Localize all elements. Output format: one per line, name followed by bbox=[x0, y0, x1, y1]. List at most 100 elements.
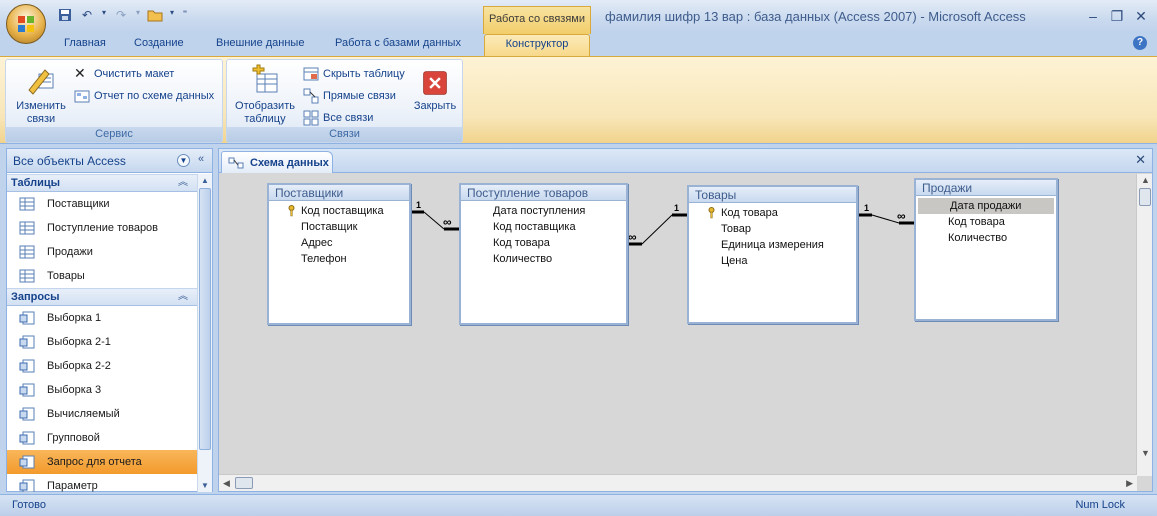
scroll-up-icon[interactable]: ▲ bbox=[1141, 175, 1150, 185]
nav-item-query[interactable]: Групповой bbox=[7, 426, 198, 450]
table-icon bbox=[19, 245, 35, 259]
nav-section-tables[interactable]: Таблицы ︽ bbox=[7, 174, 198, 192]
close-button[interactable]: Закрыть bbox=[411, 64, 459, 113]
clear-layout-button[interactable]: ✕ Очистить макет bbox=[74, 66, 174, 82]
table-title[interactable]: Поступление товаров bbox=[461, 185, 626, 201]
chevron-up-icon[interactable]: ︽ bbox=[178, 289, 188, 305]
undo-icon[interactable]: ↶ bbox=[78, 8, 96, 24]
tab-create[interactable]: Создание bbox=[134, 37, 184, 49]
ribbon-group-service: Изменить связи ✕ Очистить макет Отчет по… bbox=[5, 59, 223, 143]
close-window-icon[interactable]: ✕ bbox=[1129, 8, 1153, 25]
collapse-pane-icon[interactable]: « bbox=[194, 153, 208, 167]
tab-relationships[interactable]: Схема данных bbox=[221, 151, 333, 173]
table-title[interactable]: Товары bbox=[689, 187, 856, 203]
nav-item-query[interactable]: Выборка 1 bbox=[7, 306, 198, 330]
office-button[interactable] bbox=[6, 4, 46, 44]
report-icon bbox=[74, 90, 90, 103]
table-title[interactable]: Продажи bbox=[916, 180, 1056, 196]
table-receipts[interactable]: Поступление товаров Дата поступления Код… bbox=[459, 183, 628, 325]
field-row[interactable]: Адрес bbox=[269, 235, 409, 251]
navigation-pane: Все объекты Access ▼ « Таблицы ︽ Поставщ… bbox=[6, 148, 213, 492]
status-bar: Готово Num Lock bbox=[0, 494, 1157, 516]
nav-item-query-selected[interactable]: Запрос для отчета bbox=[7, 450, 198, 474]
nav-item-query[interactable]: Параметр bbox=[7, 474, 198, 492]
nav-item-table[interactable]: Товары bbox=[7, 264, 198, 288]
vertical-scroll-thumb[interactable] bbox=[1139, 188, 1151, 206]
relationship-report-button[interactable]: Отчет по схеме данных bbox=[74, 88, 214, 104]
close-document-icon[interactable]: ✕ bbox=[1135, 152, 1146, 168]
field-row[interactable]: Товар bbox=[689, 221, 856, 237]
chevron-up-icon[interactable]: ︽ bbox=[178, 175, 188, 191]
table-title[interactable]: Поставщики bbox=[269, 185, 409, 201]
one-label: 1 bbox=[864, 203, 869, 213]
quick-access-toolbar: ↶ ▾ ↷ ▾ ▾ ⁼ bbox=[56, 8, 190, 24]
save-icon[interactable] bbox=[56, 8, 74, 24]
nav-item-query[interactable]: Выборка 3 bbox=[7, 378, 198, 402]
nav-item-query[interactable]: Вычисляемый bbox=[7, 402, 198, 426]
tab-external-data[interactable]: Внешние данные bbox=[216, 37, 304, 49]
field-row[interactable]: Код товара bbox=[461, 235, 626, 251]
redo-icon[interactable]: ↷ bbox=[112, 8, 130, 24]
horizontal-scrollbar[interactable]: ◀ ▶ bbox=[219, 474, 1137, 491]
query-icon bbox=[19, 383, 35, 397]
hide-table-button[interactable]: Скрыть таблицу bbox=[303, 66, 405, 82]
chevron-down-icon[interactable]: ▼ bbox=[177, 154, 190, 167]
context-group-label: Работа со связями bbox=[488, 13, 586, 25]
direct-links-icon bbox=[303, 88, 319, 104]
field-row[interactable]: Код товара bbox=[916, 214, 1056, 230]
edit-links-button[interactable]: Изменить связи bbox=[10, 64, 72, 126]
query-icon bbox=[19, 335, 35, 349]
help-icon[interactable]: ? bbox=[1133, 36, 1147, 50]
document-tab-bar: Схема данных ✕ bbox=[219, 149, 1152, 173]
nav-item-table[interactable]: Поставщики bbox=[7, 192, 198, 216]
close-red-icon bbox=[423, 71, 447, 95]
customize-qat-icon[interactable]: ⁼ bbox=[180, 8, 190, 24]
folder-dropdown-icon[interactable]: ▾ bbox=[168, 8, 176, 24]
field-row[interactable]: Дата поступления bbox=[461, 203, 626, 219]
show-table-button[interactable]: Отобразить таблицу bbox=[231, 64, 299, 126]
redo-dropdown-icon[interactable]: ▾ bbox=[134, 8, 142, 24]
nav-header[interactable]: Все объекты Access ▼ « bbox=[7, 149, 212, 173]
nav-item-query[interactable]: Выборка 2-1 bbox=[7, 330, 198, 354]
nav-section-queries[interactable]: Запросы ︽ bbox=[7, 288, 198, 306]
nav-item-table[interactable]: Поступление товаров bbox=[7, 216, 198, 240]
open-folder-icon[interactable] bbox=[146, 8, 164, 24]
table-suppliers[interactable]: Поставщики Код поставщика Поставщик Адре… bbox=[267, 183, 411, 325]
vertical-scrollbar[interactable]: ▲ ▼ bbox=[1136, 174, 1152, 476]
field-row[interactable]: Единица измерения bbox=[689, 237, 856, 253]
nav-scroll-thumb[interactable] bbox=[199, 188, 211, 450]
edit-links-icon bbox=[28, 69, 54, 95]
nav-item-table[interactable]: Продажи bbox=[7, 240, 198, 264]
scroll-down-icon[interactable]: ▼ bbox=[198, 481, 212, 490]
all-links-button[interactable]: Все связи bbox=[303, 110, 373, 126]
field-row[interactable]: Поставщик bbox=[269, 219, 409, 235]
nav-scrollbar[interactable]: ▲ ▼ bbox=[197, 174, 212, 492]
field-row[interactable]: Цена bbox=[689, 253, 856, 269]
relationships-canvas[interactable]: 1 ∞ 1 ∞ 1 ∞ Поставщики Код поставщика По… bbox=[219, 174, 1137, 476]
undo-dropdown-icon[interactable]: ▾ bbox=[100, 8, 108, 24]
query-icon bbox=[19, 455, 35, 469]
field-row[interactable]: Код поставщика bbox=[461, 219, 626, 235]
restore-icon[interactable]: ❐ bbox=[1105, 8, 1129, 25]
direct-links-button[interactable]: Прямые связи bbox=[303, 88, 396, 104]
nav-item-query[interactable]: Выборка 2-2 bbox=[7, 354, 198, 378]
field-row[interactable]: Код товара bbox=[689, 205, 856, 221]
horizontal-scroll-thumb[interactable] bbox=[235, 477, 253, 489]
primary-key-icon bbox=[708, 207, 715, 219]
tab-home[interactable]: Главная bbox=[64, 37, 106, 49]
field-row[interactable]: Количество bbox=[461, 251, 626, 267]
field-row-selected[interactable]: Дата продажи bbox=[918, 198, 1054, 214]
field-row[interactable]: Количество bbox=[916, 230, 1056, 246]
table-sales[interactable]: Продажи Дата продажи Код товара Количест… bbox=[914, 178, 1058, 321]
tab-designer[interactable]: Конструктор bbox=[484, 34, 590, 56]
scroll-down-icon[interactable]: ▼ bbox=[1141, 448, 1150, 458]
field-row[interactable]: Телефон bbox=[269, 251, 409, 267]
scroll-right-icon[interactable]: ▶ bbox=[1126, 478, 1133, 489]
table-goods[interactable]: Товары Код товара Товар Единица измерени… bbox=[687, 185, 858, 324]
tab-database-tools[interactable]: Работа с базами данных bbox=[335, 37, 461, 49]
minimize-icon[interactable]: – bbox=[1081, 8, 1105, 24]
context-tab-group: Работа со связями bbox=[483, 6, 591, 34]
scroll-left-icon[interactable]: ◀ bbox=[223, 478, 230, 489]
scroll-up-icon[interactable]: ▲ bbox=[198, 176, 212, 185]
field-row[interactable]: Код поставщика bbox=[269, 203, 409, 219]
